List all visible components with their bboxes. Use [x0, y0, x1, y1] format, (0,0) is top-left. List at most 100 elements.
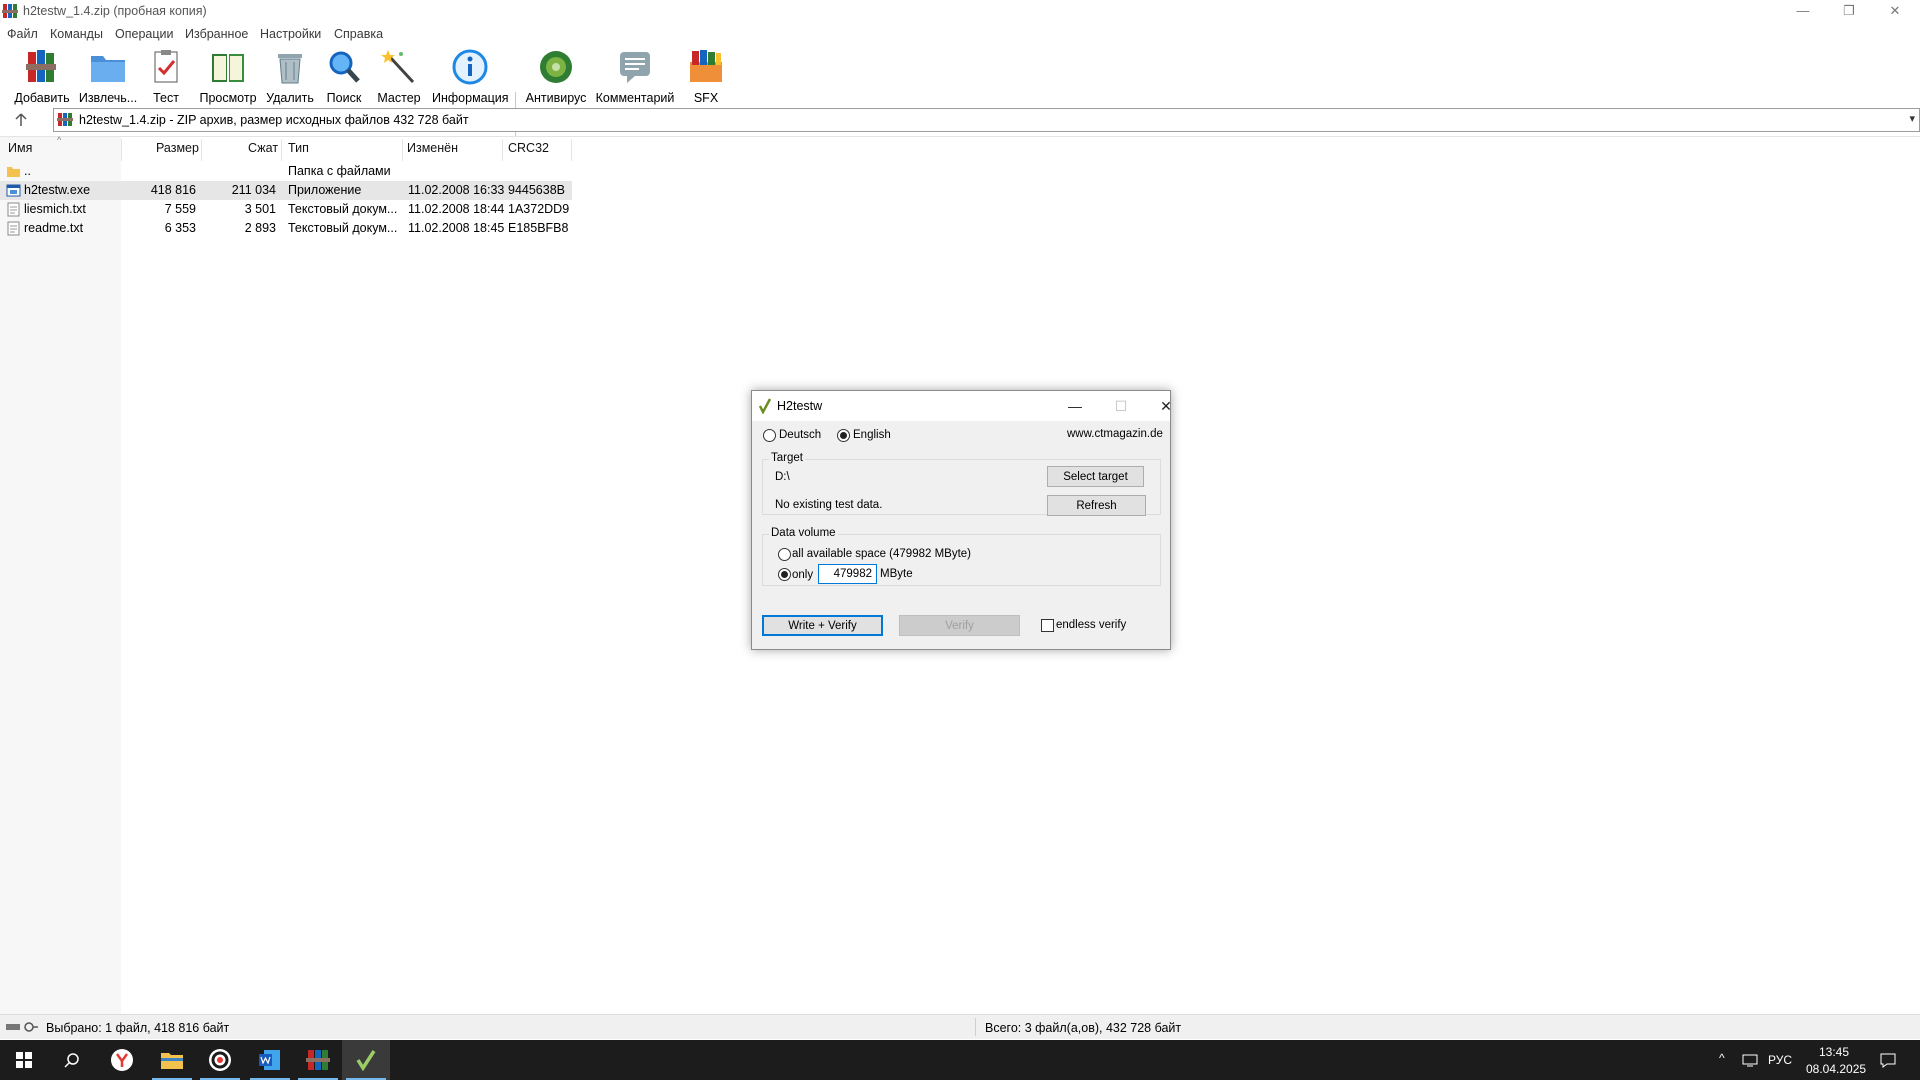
h2testw-app-icon	[758, 398, 772, 414]
tool-wizard-button[interactable]: Мастер	[375, 48, 423, 105]
taskbar-chrome-button[interactable]	[196, 1040, 244, 1080]
menu-bar: Файл Команды Операции Избранное Настройк…	[0, 24, 1920, 44]
clock-time[interactable]: 13:45	[1819, 1045, 1849, 1059]
window-title: h2testw_1.4.zip (пробная копия)	[23, 4, 207, 18]
menu-settings[interactable]: Настройки	[260, 27, 321, 41]
sort-up-icon: ^	[57, 135, 62, 145]
tool-search-button[interactable]: Поиск	[324, 48, 364, 105]
restore-button[interactable]: ❐	[1826, 0, 1872, 24]
column-header-size[interactable]: Размер	[156, 141, 199, 155]
label-only: only	[792, 569, 814, 581]
start-icon	[16, 1052, 32, 1068]
h2testw-icon	[356, 1050, 376, 1071]
menu-commands[interactable]: Команды	[50, 27, 103, 41]
tool-antivirus-button[interactable]: Антивирус	[524, 48, 588, 105]
chrome-icon	[209, 1049, 231, 1071]
menu-help[interactable]: Справка	[334, 27, 383, 41]
table-row[interactable]: h2testw.exe 418 816 211 034 Приложение 1…	[0, 181, 572, 200]
search-icon	[64, 1053, 79, 1068]
radio-deutsch[interactable]	[763, 429, 776, 442]
address-field[interactable]: h2testw_1.4.zip - ZIP архив, размер исхо…	[53, 108, 1920, 132]
folder-icon	[7, 167, 20, 177]
label-deutsch: Deutsch	[779, 429, 822, 441]
no-test-data-text: No existing test data.	[775, 499, 883, 511]
column-header-modified[interactable]: Изменён	[407, 141, 458, 155]
tool-info-button[interactable]: Информация	[432, 48, 509, 105]
menu-file[interactable]: Файл	[7, 27, 38, 41]
comment-icon	[620, 52, 650, 83]
network-icon[interactable]	[1742, 1053, 1760, 1067]
winrar-icon	[306, 1050, 330, 1070]
dialog-maximize-button: ☐	[1114, 398, 1128, 414]
sfx-books-icon	[690, 50, 722, 82]
start-button[interactable]	[0, 1040, 48, 1080]
tool-test-button[interactable]: Тест	[146, 48, 186, 105]
chevron-down-icon[interactable]: ▾	[1909, 112, 1915, 125]
yandex-icon	[111, 1049, 133, 1071]
volume-input[interactable]: 479982	[818, 564, 877, 584]
language-indicator[interactable]: РУС	[1768, 1053, 1792, 1067]
up-arrow-icon[interactable]	[12, 111, 30, 129]
close-button[interactable]: ✕	[1872, 0, 1918, 24]
table-row[interactable]: liesmich.txt 7 559 3 501 Текстовый докум…	[0, 200, 572, 219]
radio-only[interactable]	[778, 568, 791, 581]
books-add-icon	[26, 50, 56, 82]
trash-icon	[278, 54, 302, 84]
website-text: www.ctmagazin.de	[1067, 428, 1163, 440]
tool-comment-button[interactable]: Комментарий	[594, 48, 676, 105]
status-total: Всего: 3 файл(а,ов), 432 728 байт	[985, 1021, 1182, 1035]
antivirus-icon	[540, 51, 572, 83]
winrar-app-icon	[2, 4, 18, 18]
tool-extract-button[interactable]: Извлечь...	[78, 48, 138, 105]
refresh-button[interactable]: Refresh	[1047, 495, 1146, 516]
column-header-type[interactable]: Тип	[288, 141, 309, 155]
column-header-name[interactable]: Имя	[8, 141, 32, 155]
name-column-shade	[0, 137, 121, 1015]
tool-view-button[interactable]: Просмотр	[198, 48, 258, 105]
magnifier-icon	[329, 51, 360, 83]
info-icon	[452, 49, 488, 85]
dialog-title: H2testw	[777, 399, 823, 413]
minimize-button[interactable]: —	[1780, 0, 1826, 24]
column-header-crc32[interactable]: CRC32	[508, 141, 549, 155]
dialog-minimize-button[interactable]: —	[1055, 394, 1095, 418]
tool-add-button[interactable]: Добавить	[12, 48, 72, 105]
menu-operations[interactable]: Операции	[115, 27, 173, 41]
column-header-packed[interactable]: Сжат	[248, 141, 278, 155]
taskbar-word-button[interactable]	[246, 1040, 294, 1080]
word-icon	[259, 1050, 280, 1070]
menu-favorites[interactable]: Избранное	[185, 27, 248, 41]
table-row[interactable]: readme.txt 6 353 2 893 Текстовый докум..…	[0, 219, 572, 238]
address-bar: h2testw_1.4.zip - ZIP архив, размер исхо…	[0, 107, 1920, 132]
folder-extract-icon	[91, 56, 125, 82]
notifications-icon[interactable]	[1880, 1052, 1896, 1068]
label-all-space: all available space (479982 MByte)	[792, 548, 971, 560]
tool-sfx-button[interactable]: SFX	[684, 48, 728, 105]
exe-file-icon	[6, 184, 21, 197]
window-titlebar: h2testw_1.4.zip (пробная копия) — ❐ ✕	[0, 0, 1920, 24]
text-file-icon	[7, 202, 20, 217]
dialog-close-button[interactable]: ✕	[1146, 394, 1186, 418]
dialog-titlebar: H2testw — ☐ ✕	[752, 391, 1172, 421]
tool-delete-button[interactable]: Удалить	[266, 48, 314, 105]
label-english: English	[853, 429, 891, 441]
verify-button: Verify	[899, 615, 1020, 636]
write-verify-button[interactable]: Write + Verify	[762, 615, 883, 636]
endless-verify-checkbox[interactable]	[1041, 619, 1054, 632]
h2testw-dialog: H2testw — ☐ ✕ Deutsch English www.ctmaga…	[751, 390, 1172, 650]
toolbar: Добавить Извлечь... Тест Просмотр Удалит…	[0, 44, 1920, 146]
taskbar-yandex-button[interactable]	[98, 1040, 146, 1080]
table-row[interactable]: .. Папка с файлами	[0, 162, 572, 181]
taskbar-explorer-button[interactable]	[148, 1040, 196, 1080]
taskbar-h2testw-button[interactable]	[342, 1040, 390, 1080]
radio-english[interactable]	[837, 429, 850, 442]
taskbar-search-button[interactable]	[48, 1040, 96, 1080]
tray-chevron-up-icon[interactable]: ^	[1719, 1051, 1725, 1065]
text-file-icon	[7, 221, 20, 236]
radio-all-space[interactable]	[778, 548, 791, 561]
taskbar-winrar-button[interactable]	[294, 1040, 342, 1080]
select-target-button[interactable]: Select target	[1047, 466, 1144, 487]
clock-date[interactable]: 08.04.2025	[1806, 1062, 1866, 1076]
test-clipboard-icon	[154, 50, 178, 83]
label-mbyte: MByte	[880, 568, 913, 580]
